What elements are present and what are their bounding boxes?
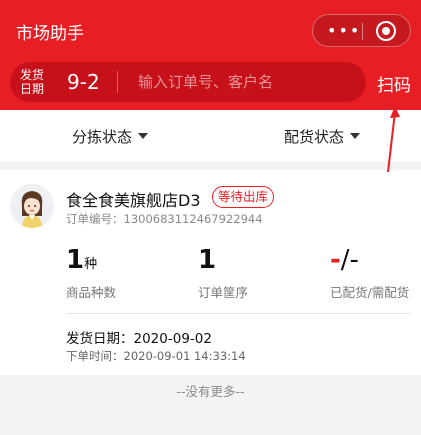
annotation-arrow-icon	[387, 106, 400, 173]
